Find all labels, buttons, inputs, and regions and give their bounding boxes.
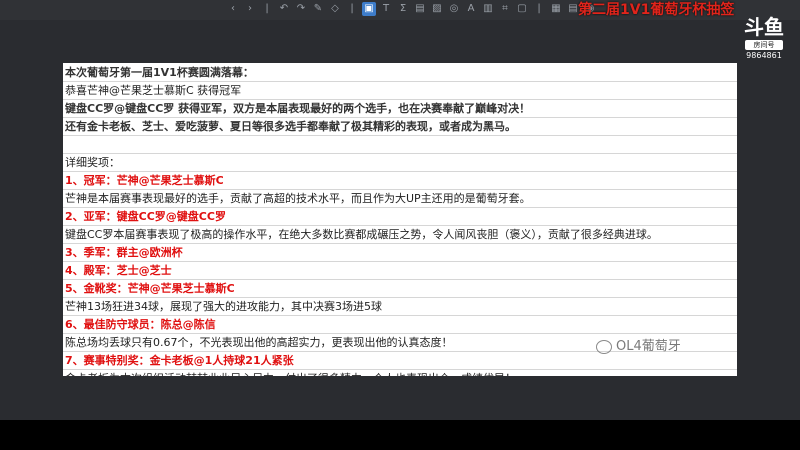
sheet-row[interactable]: 2、亚军：键盘CC罗@键盘CC罗: [63, 208, 737, 226]
overlay-title: 第二届1V1葡萄牙杯抽签: [578, 2, 735, 18]
toolbar-icons: ‹ › | ↶ ↷ ✎ ◇ | ▣ T Σ ▤ ▨ ◎ A ▥ ⌗ ▢ | ▦ ▤ ◉: [226, 2, 597, 18]
room-id: 9864861: [746, 51, 782, 60]
font-icon[interactable]: A: [464, 2, 478, 16]
pen-icon[interactable]: ✎: [311, 2, 325, 16]
sum-icon[interactable]: Σ: [396, 2, 410, 16]
room-label: 房间号: [745, 40, 783, 50]
spreadsheet-content: 本次葡萄牙第一届1V1杯赛圆满落幕： 恭喜芒神@芒果芝士慕斯C 获得冠军 键盘CC罗…: [63, 63, 737, 376]
watermark: OL4葡萄牙: [596, 338, 681, 356]
grid-icon[interactable]: ▦: [549, 2, 563, 16]
separator: |: [350, 3, 354, 14]
sheet-row[interactable]: 5、金靴奖：芒神@芒果芝士慕斯C: [63, 280, 737, 298]
top-toolbar: ‹ › | ↶ ↷ ✎ ◇ | ▣ T Σ ▤ ▨ ◎ A ▥ ⌗ ▢ | ▦ ▤ ◉ 第二届1V1葡萄牙杯抽签: [0, 0, 800, 20]
sheet-row[interactable]: 还有金卡老板、芝士、爱吃菠萝、夏日等很多选手都奉献了极其精彩的表现，或者成为黑马…: [63, 118, 737, 136]
bottom-bar: [0, 420, 800, 450]
sheet-row[interactable]: 6、最佳防守球员：陈总@陈信: [63, 316, 737, 334]
sheet-row[interactable]: 详细奖项：: [63, 154, 737, 172]
sheet-row[interactable]: 本次葡萄牙第一届1V1杯赛圆满落幕：: [63, 64, 737, 82]
sheet-row[interactable]: 4、殿军：芝士@芝士: [63, 262, 737, 280]
sheet-row[interactable]: 金卡老板为本次组织活动兢兢业业尽心尽力，付出了很多精力，个人也表现出众，成绩优异…: [63, 370, 737, 376]
douyu-logo: 斗鱼 房间号 9864861: [742, 14, 786, 60]
watermark-text: OL4葡萄牙: [616, 339, 681, 354]
sheet-row[interactable]: 芒神是本届赛事表现最好的选手，贡献了高超的技术水平，而且作为大UP主还用的是葡萄…: [63, 190, 737, 208]
undo-icon[interactable]: ↶: [277, 2, 291, 16]
separator: |: [265, 3, 269, 14]
ppt-icon[interactable]: ▤: [413, 2, 427, 16]
sheet-row[interactable]: 键盘CC罗本届赛事表现了极高的操作水平，在绝大多数比赛都成碾压之势，令人闻风丧胆…: [63, 226, 737, 244]
image-icon[interactable]: ▨: [430, 2, 444, 16]
frame-icon[interactable]: ▢: [515, 2, 529, 16]
wechat-icon: [596, 340, 612, 354]
redo-icon[interactable]: ↷: [294, 2, 308, 16]
sheet-row[interactable]: 恭喜芒神@芒果芝士慕斯C 获得冠军: [63, 82, 737, 100]
sheet-row[interactable]: [63, 136, 737, 154]
crop-icon[interactable]: ⌗: [498, 2, 512, 16]
douyu-logo-mark: 斗鱼: [744, 15, 784, 39]
sheet-row[interactable]: 键盘CC罗@键盘CC罗 获得亚军，双方是本届表现最好的两个选手，也在决赛奉献了巅…: [63, 100, 737, 118]
eraser-icon[interactable]: ◇: [328, 2, 342, 16]
sheet-row[interactable]: 1、冠军：芒神@芒果芝士慕斯C: [63, 172, 737, 190]
drop-icon[interactable]: ◎: [447, 2, 461, 16]
slides-icon[interactable]: ▣: [362, 2, 376, 16]
text-icon[interactable]: T: [379, 2, 393, 16]
sheet-row[interactable]: 芒神13场狂进34球，展现了强大的进攻能力，其中决赛3场进5球: [63, 298, 737, 316]
nav-left-icon[interactable]: ‹: [226, 2, 240, 16]
separator: |: [537, 3, 541, 14]
sheet-row[interactable]: 3、季军：群主@欧洲杯: [63, 244, 737, 262]
chart-icon[interactable]: ▥: [481, 2, 495, 16]
nav-right-icon[interactable]: ›: [243, 2, 257, 16]
